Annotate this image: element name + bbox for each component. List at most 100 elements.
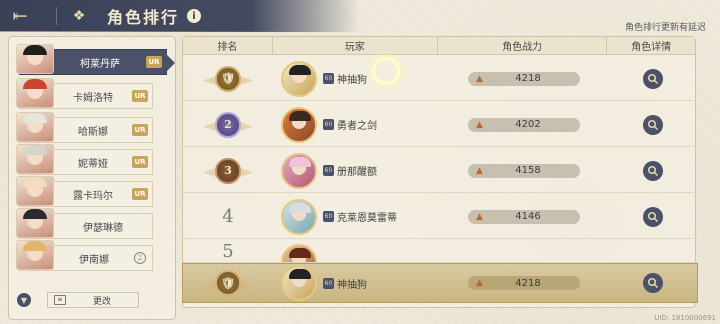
character-detail-button[interactable] [643,273,663,293]
character-avatar [16,112,54,142]
rank-number: 3 [224,164,232,177]
avatar[interactable] [281,152,317,189]
back-button[interactable]: ⇤ [0,0,40,32]
magnifier-icon [647,165,659,176]
power-value: 4218 [515,73,541,84]
ur-rarity-badge: UR [132,188,148,200]
character-name: 妮蒂娅 [78,158,108,170]
avatar[interactable] [281,106,317,143]
ur-rarity-badge: UR [146,56,162,68]
table-row: 🛡 60 神抽狗 ▲ 4218 [183,57,697,101]
top-bar: ⇤ ❖ 角色排行 i [0,0,360,32]
character-avatar [16,44,54,74]
character-name: 哈斯娜 [78,126,108,138]
power-value: 4146 [515,211,541,222]
power-value-pill: ▲ 4218 [468,276,580,290]
change-button[interactable]: ≡ 更改 [47,292,139,308]
update-delay-notice: 角色排行更新有延迟 [624,23,706,33]
back-arrow-icon: ⇤ [12,5,28,27]
header-detail: 角色详情 [631,42,672,53]
level-circle-badge: 2 [134,252,146,264]
sidebar-item-kelaidansa[interactable]: 柯莱丹萨 UR [16,44,175,75]
sidebar-footer: ▼ ≡ 更改 [17,289,167,311]
character-avatar [16,78,54,108]
ur-rarity-badge: UR [132,90,148,102]
table-row: 4 60 克莱恩莫雷蒂 ▲ 4146 [183,195,697,239]
flame-icon: ▲ [476,211,483,222]
header-power: 角色战力 [438,37,608,54]
ur-rarity-badge: UR [132,124,148,136]
flame-icon: ▲ [476,73,483,84]
power-value: 4218 [515,277,541,289]
rank-number: 2 [224,118,232,131]
uid-label: UID: 1810000691 [654,314,716,322]
header-rank: 排名 [183,37,273,54]
avatar[interactable] [281,198,317,235]
sidebar-item-hasina[interactable]: 哈斯娜 UR [16,112,153,143]
character-avatar [16,176,54,206]
magnifier-icon [647,73,659,84]
table-row: 5 [183,241,697,263]
home-grid-icon: ❖ [72,8,86,24]
info-icon[interactable]: i [187,9,202,23]
player-name: 神抽狗 [337,279,367,291]
level-badge: 60 [323,73,334,84]
player-name: 神抽狗 [337,75,367,86]
my-rank-row: 🛡 60 神抽狗 ▲ 4218 [182,263,698,303]
flame-icon: ▲ [476,119,483,130]
sort-icon: ≡ [54,295,66,305]
character-avatar [16,240,54,270]
table-header: 排名 玩家 角色战力 角色详情 [183,37,695,55]
player-name: 勇者之剑 [337,121,377,132]
sidebar-item-yiselinde[interactable]: 伊瑟琳德 [16,208,153,239]
level-badge: 60 [323,211,334,222]
rank-number: 5 [222,241,234,262]
ur-rarity-badge: UR [132,156,148,168]
power-value-pill: ▲ 4158 [468,163,580,178]
home-button[interactable]: ❖ [67,4,91,28]
gold-medal-icon: 🛡 [215,270,241,296]
character-name: 伊南娜 [79,254,109,266]
sidebar-item-yinanna[interactable]: 伊南娜 2 [16,240,153,271]
gold-medal-icon: 🛡 [215,65,241,92]
avatar[interactable] [281,244,317,262]
purple-medal-icon: 2 [215,111,241,138]
change-button-label: 更改 [92,296,111,307]
character-avatar [16,144,54,174]
sidebar-item-kamuluote[interactable]: 卡姆洛特 UR [16,78,153,109]
player-name: 克莱恩莫雷蒂 [337,213,397,224]
level-badge: 60 [323,277,334,289]
level-badge: 60 [323,165,334,176]
rank-number: 4 [222,206,234,227]
table-row: 3 60 册那醒额 ▲ 4158 [183,149,697,193]
header-player: 玩家 [273,37,439,54]
sidebar-item-nidiya[interactable]: 妮蒂娅 UR [16,144,153,175]
character-detail-button[interactable] [643,68,663,89]
power-value: 4158 [515,165,541,176]
page-title: 角色排行 [107,8,180,27]
character-name: 柯莱丹萨 [80,58,120,70]
power-value: 4202 [515,119,541,130]
filter-icon[interactable]: ▼ [17,293,31,307]
power-value-pill: ▲ 4202 [468,117,580,132]
magnifier-icon [647,277,659,289]
avatar[interactable] [281,265,317,301]
flame-icon: ▲ [476,278,483,288]
flame-icon: ▲ [476,165,483,176]
magnifier-icon [647,211,659,222]
magnifier-icon [647,119,659,130]
level-badge: 60 [323,119,334,130]
character-sidebar: 柯莱丹萨 UR 卡姆洛特 UR 哈斯娜 UR 妮蒂娅 UR 露卡玛尔 UR 伊瑟… [8,36,176,320]
bronze-medal-icon: 3 [215,157,241,184]
character-detail-button[interactable] [643,160,663,181]
character-detail-button[interactable] [643,206,663,227]
header-divider [56,7,57,25]
ranking-table: 排名 玩家 角色战力 角色详情 🛡 60 神抽狗 ▲ 4218 2 60 勇者之剑… [182,36,698,308]
character-detail-button[interactable] [643,114,663,135]
touch-cursor-indicator [372,57,400,85]
sidebar-item-lukamaer[interactable]: 露卡玛尔 UR [16,176,153,207]
character-name: 卡姆洛特 [73,92,113,104]
avatar[interactable] [281,60,317,97]
table-row: 2 60 勇者之剑 ▲ 4202 [183,103,697,147]
player-name: 册那醒额 [337,167,377,178]
